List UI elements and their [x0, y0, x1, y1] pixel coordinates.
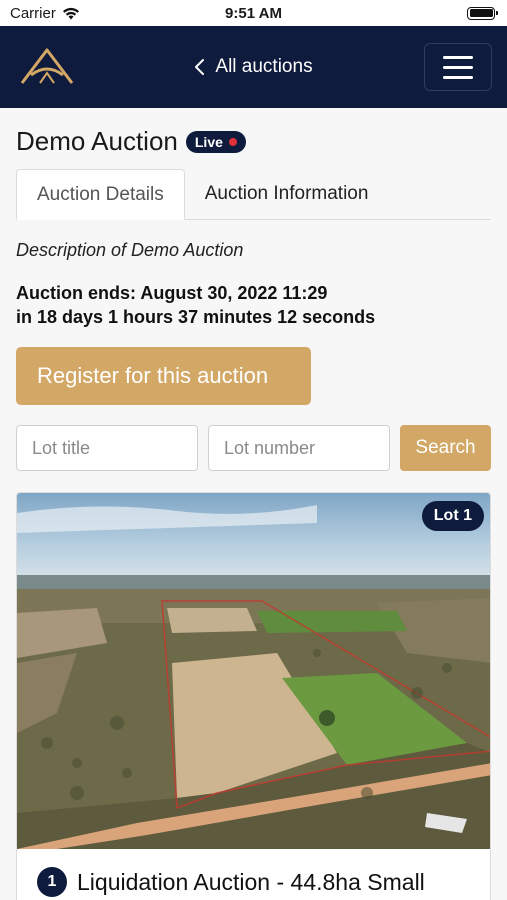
chevron-left-icon[interactable]: [194, 58, 205, 76]
auction-description: Description of Demo Auction: [16, 240, 244, 260]
live-badge: Live: [185, 130, 246, 153]
status-left: Carrier: [10, 5, 80, 22]
lot-image[interactable]: Lot 1: [17, 493, 490, 849]
lot-search-row: Search: [16, 425, 491, 471]
search-button[interactable]: Search: [400, 425, 491, 471]
lot-title[interactable]: Liquidation Auction - 44.8ha Small: [77, 869, 425, 896]
lot-number-badge: 1: [37, 867, 67, 897]
lot-badge: Lot 1: [421, 501, 484, 531]
status-bar: Carrier 9:51 AM: [0, 0, 507, 26]
main-content: Demo Auction Live Auction Details Auctio…: [0, 108, 507, 900]
back-link-label[interactable]: All auctions: [215, 56, 312, 78]
register-button[interactable]: Register for this auction: [16, 347, 311, 405]
aerial-farm-photo: [17, 493, 490, 849]
page-title: Demo Auction: [16, 126, 178, 156]
battery-icon: [467, 6, 498, 20]
lot-title-input[interactable]: [16, 425, 198, 471]
hamburger-menu-icon[interactable]: [424, 43, 492, 91]
carrier-label: Carrier: [10, 4, 56, 22]
wifi-icon: [62, 7, 79, 19]
auction-end-date: Auction ends: August 30, 2022 11:29: [16, 283, 328, 303]
lot-card[interactable]: Lot 1 1 Liquidation Auction - 44.8ha Sma…: [16, 492, 491, 900]
tab-bar: Auction Details Auction Information: [16, 169, 491, 220]
lot-title-row[interactable]: 1 Liquidation Auction - 44.8ha Small: [17, 849, 490, 897]
lot-number-input[interactable]: [208, 425, 390, 471]
tab-auction-information[interactable]: Auction Information: [185, 169, 389, 219]
title-row: Demo Auction Live: [16, 126, 491, 157]
live-label: Live: [194, 133, 223, 150]
live-dot-icon: [228, 137, 237, 146]
tab-auction-details[interactable]: Auction Details: [16, 169, 185, 220]
auction-ends: Auction ends: August 30, 2022 11:29 in 1…: [16, 281, 491, 329]
logo-icon[interactable]: [18, 47, 76, 87]
app-header: All auctions: [0, 26, 507, 108]
auction-countdown: in 18 days 1 hours 37 minutes 12 seconds: [16, 307, 376, 327]
